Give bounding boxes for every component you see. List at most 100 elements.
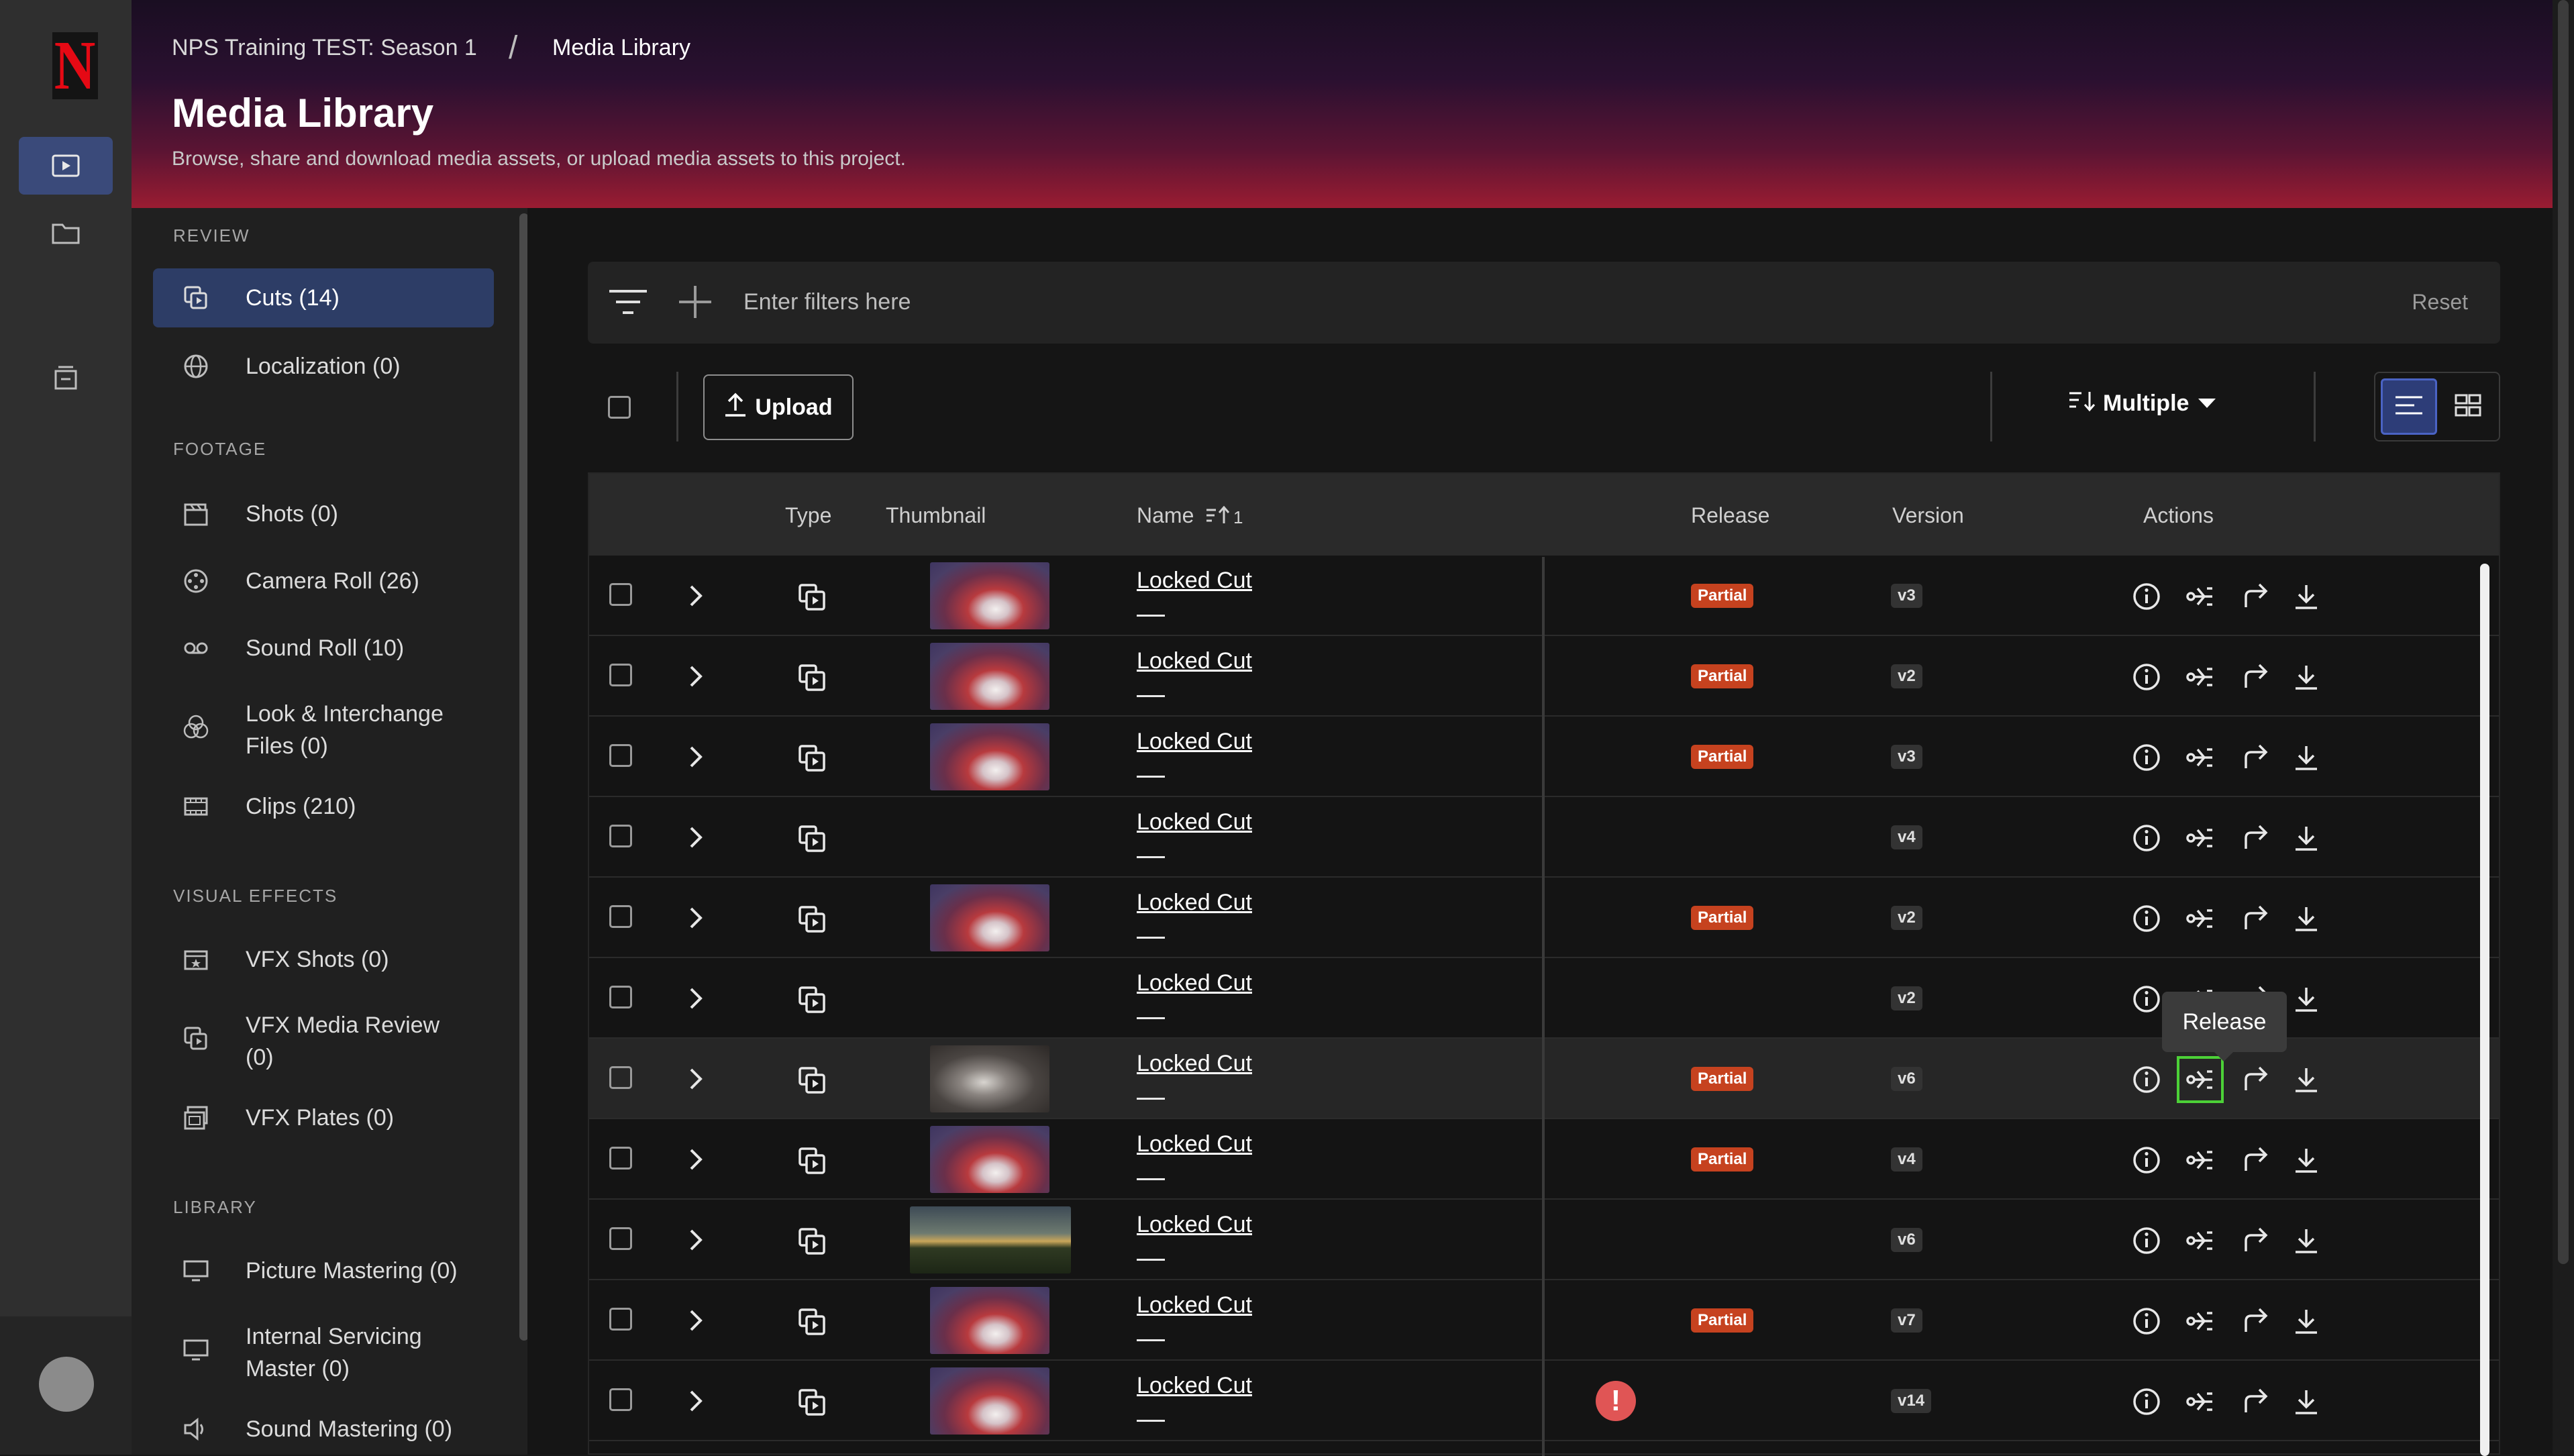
share-icon[interactable] bbox=[2237, 739, 2273, 776]
row-checkbox[interactable] bbox=[609, 825, 632, 847]
breadcrumb-project[interactable]: NPS Training TEST: Season 1 bbox=[172, 35, 477, 61]
expand-chevron-icon[interactable] bbox=[686, 1388, 706, 1418]
download-icon[interactable] bbox=[2288, 578, 2324, 615]
share-icon[interactable] bbox=[2237, 659, 2273, 695]
download-icon[interactable] bbox=[2288, 1384, 2324, 1420]
sidebar-item-vfx-plates[interactable]: VFX Plates (0) bbox=[153, 1087, 494, 1147]
sidebar-item-shots[interactable]: Shots (0) bbox=[153, 483, 494, 543]
asset-name-link[interactable]: Locked Cut bbox=[1137, 1212, 1252, 1238]
media-library-nav-icon[interactable] bbox=[19, 137, 113, 195]
avatar[interactable] bbox=[39, 1357, 94, 1412]
info-icon[interactable] bbox=[2128, 900, 2165, 937]
expand-chevron-icon[interactable] bbox=[686, 1146, 706, 1176]
release-icon[interactable] bbox=[2177, 1056, 2224, 1103]
sidebar-item-look-interchange[interactable]: Look & Interchange Files (0) bbox=[153, 684, 494, 768]
asset-name-link[interactable]: Locked Cut bbox=[1137, 648, 1252, 674]
info-icon[interactable] bbox=[2128, 1142, 2165, 1178]
sidebar-item-picture-mastering[interactable]: Picture Mastering (0) bbox=[153, 1240, 494, 1300]
download-icon[interactable] bbox=[2288, 1223, 2324, 1259]
download-icon[interactable] bbox=[2288, 1142, 2324, 1178]
thumbnail[interactable] bbox=[930, 1367, 1049, 1435]
share-icon[interactable] bbox=[2237, 1303, 2273, 1339]
thumbnail[interactable] bbox=[910, 1206, 1071, 1273]
download-icon[interactable] bbox=[2288, 981, 2324, 1017]
expand-chevron-icon[interactable] bbox=[686, 582, 706, 613]
select-all-checkbox[interactable] bbox=[608, 396, 631, 419]
thumbnail[interactable] bbox=[930, 1045, 1049, 1112]
netflix-logo[interactable]: N bbox=[52, 31, 98, 101]
info-icon[interactable] bbox=[2128, 739, 2165, 776]
share-icon[interactable] bbox=[2237, 1142, 2273, 1178]
row-checkbox[interactable] bbox=[609, 1227, 632, 1250]
row-checkbox[interactable] bbox=[609, 744, 632, 767]
row-checkbox[interactable] bbox=[609, 583, 632, 606]
info-icon[interactable] bbox=[2128, 1223, 2165, 1259]
row-checkbox[interactable] bbox=[609, 1388, 632, 1411]
asset-name-link[interactable]: Locked Cut bbox=[1137, 568, 1252, 594]
row-checkbox[interactable] bbox=[609, 1308, 632, 1331]
info-icon[interactable] bbox=[2128, 1061, 2165, 1098]
sidebar-item-sound-mastering[interactable]: Sound Mastering (0) bbox=[153, 1398, 494, 1455]
share-icon[interactable] bbox=[2237, 900, 2273, 937]
asset-name-link[interactable]: Locked Cut bbox=[1137, 809, 1252, 835]
sort-dropdown[interactable]: Multiple bbox=[2068, 389, 2218, 418]
info-icon[interactable] bbox=[2128, 1303, 2165, 1339]
release-icon[interactable] bbox=[2182, 900, 2218, 937]
sidebar-item-vfx-shots[interactable]: VFX Shots (0) bbox=[153, 929, 494, 989]
download-icon[interactable] bbox=[2288, 820, 2324, 856]
thumbnail[interactable] bbox=[930, 884, 1049, 951]
upload-button[interactable]: Upload bbox=[703, 374, 854, 440]
column-header-release[interactable]: Release bbox=[1691, 503, 1769, 528]
share-icon[interactable] bbox=[2237, 1061, 2273, 1098]
filter-input[interactable] bbox=[742, 289, 2087, 316]
expand-chevron-icon[interactable] bbox=[686, 824, 706, 854]
release-icon[interactable] bbox=[2182, 1384, 2218, 1420]
name-sort-indicator[interactable]: 1 bbox=[1205, 505, 1243, 529]
column-header-type[interactable]: Type bbox=[785, 503, 831, 528]
expand-chevron-icon[interactable] bbox=[686, 985, 706, 1015]
download-icon[interactable] bbox=[2288, 739, 2324, 776]
error-alert-icon[interactable]: ! bbox=[1596, 1381, 1636, 1421]
share-icon[interactable] bbox=[2237, 1384, 2273, 1420]
column-header-name[interactable]: Name bbox=[1137, 503, 1194, 528]
asset-name-link[interactable]: Locked Cut bbox=[1137, 729, 1252, 755]
thumbnail[interactable] bbox=[930, 643, 1049, 710]
download-icon[interactable] bbox=[2288, 1303, 2324, 1339]
filter-lines-icon[interactable] bbox=[608, 287, 648, 320]
reset-button[interactable]: Reset bbox=[2412, 290, 2468, 315]
info-icon[interactable] bbox=[2128, 659, 2165, 695]
share-icon[interactable] bbox=[2237, 578, 2273, 615]
sidebar-item-vfx-media-review[interactable]: VFX Media Review (0) bbox=[153, 996, 494, 1079]
download-icon[interactable] bbox=[2288, 900, 2324, 937]
sidebar-item-clips[interactable]: Clips (210) bbox=[153, 776, 494, 836]
sidebar-item-camera-roll[interactable]: Camera Roll (26) bbox=[153, 550, 494, 611]
release-icon[interactable] bbox=[2182, 1223, 2218, 1259]
release-icon[interactable] bbox=[2182, 820, 2218, 856]
expand-chevron-icon[interactable] bbox=[686, 1307, 706, 1337]
share-icon[interactable] bbox=[2237, 820, 2273, 856]
deliveries-icon[interactable] bbox=[19, 349, 113, 407]
thumbnail[interactable] bbox=[930, 562, 1049, 629]
download-icon[interactable] bbox=[2288, 1061, 2324, 1098]
sidebar-item-cuts[interactable]: Cuts (14) bbox=[153, 268, 494, 327]
column-header-version[interactable]: Version bbox=[1892, 503, 1964, 528]
expand-chevron-icon[interactable] bbox=[686, 904, 706, 935]
list-view-button[interactable] bbox=[2381, 378, 2437, 435]
download-icon[interactable] bbox=[2288, 659, 2324, 695]
info-icon[interactable] bbox=[2128, 981, 2165, 1017]
expand-chevron-icon[interactable] bbox=[686, 663, 706, 693]
asset-name-link[interactable]: Locked Cut bbox=[1137, 1373, 1252, 1399]
info-icon[interactable] bbox=[2128, 578, 2165, 615]
thumbnail[interactable] bbox=[930, 723, 1049, 790]
row-checkbox[interactable] bbox=[609, 664, 632, 686]
release-icon[interactable] bbox=[2182, 739, 2218, 776]
release-icon[interactable] bbox=[2182, 1303, 2218, 1339]
release-icon[interactable] bbox=[2182, 1142, 2218, 1178]
expand-chevron-icon[interactable] bbox=[686, 1065, 706, 1096]
thumbnail[interactable] bbox=[930, 1126, 1049, 1193]
release-icon[interactable] bbox=[2182, 659, 2218, 695]
thumbnail[interactable] bbox=[930, 1287, 1049, 1354]
page-scrollbar-thumb[interactable] bbox=[2558, 0, 2569, 1264]
info-icon[interactable] bbox=[2128, 1384, 2165, 1420]
grid-view-button[interactable] bbox=[2440, 378, 2496, 435]
